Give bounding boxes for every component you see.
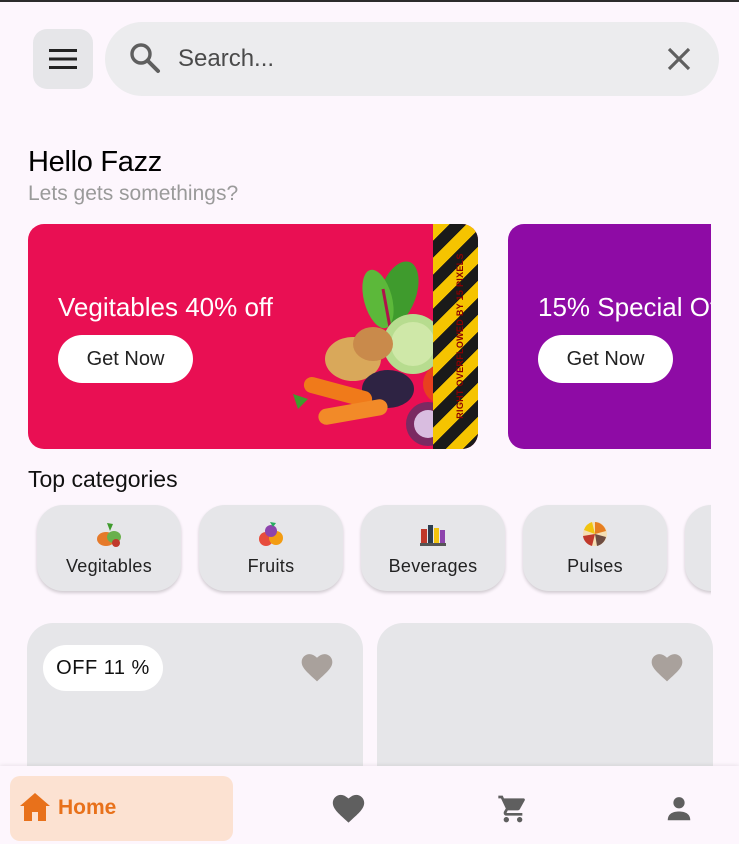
banner-title: 15% Special Offer <box>538 292 711 322</box>
category-label: Fruits <box>247 556 295 576</box>
discount-badge: OFF 11 % <box>43 645 163 691</box>
get-now-button[interactable]: Get Now <box>58 335 193 383</box>
heart-icon[interactable] <box>651 653 683 683</box>
top-categories-heading: Top categories <box>28 466 178 492</box>
hamburger-menu-icon <box>49 49 77 69</box>
promo-banner[interactable]: Vegitables 40% off Get Now RIGHT OVERFLO… <box>28 224 478 449</box>
beverages-icon <box>420 525 446 546</box>
search-input[interactable]: Search... <box>178 45 274 73</box>
heart-icon[interactable] <box>332 794 365 824</box>
vegetables-icon <box>97 523 121 547</box>
greeting-title: Hello Fazz <box>28 146 162 178</box>
close-icon[interactable] <box>665 45 693 73</box>
heart-icon[interactable] <box>301 653 333 683</box>
category-chip-pulses[interactable]: Pulses <box>523 505 667 591</box>
category-chip-fruits[interactable]: Fruits <box>199 505 343 591</box>
cart-icon[interactable] <box>497 793 529 825</box>
fruits-icon <box>259 522 283 546</box>
category-label: Vegitables <box>65 556 153 576</box>
window-top-border <box>0 0 739 2</box>
category-chip-vegitables[interactable]: Vegitables <box>37 505 181 591</box>
menu-button[interactable] <box>33 29 93 89</box>
get-now-button[interactable]: Get Now <box>538 335 673 383</box>
category-list[interactable]: Vegitables Fruits Beverages Pulses <box>28 500 711 600</box>
pulses-icon <box>583 522 607 546</box>
promo-banner-carousel[interactable]: Vegitables 40% off Get Now RIGHT OVERFLO… <box>28 224 711 449</box>
person-icon[interactable] <box>664 794 694 824</box>
home-icon <box>20 793 50 821</box>
category-label: Beverages <box>388 556 478 576</box>
banner-title: Vegitables 40% off <box>58 292 273 322</box>
search-bar[interactable]: Search... <box>105 22 719 96</box>
search-icon <box>130 43 160 73</box>
greeting-subtitle: Lets gets somethings? <box>28 182 239 205</box>
category-chip-beverages[interactable]: Beverages <box>361 505 505 591</box>
nav-tab-home[interactable]: Home <box>10 776 233 841</box>
vegetables-image <box>293 261 458 446</box>
category-chip[interactable] <box>685 505 711 591</box>
bottom-navigation: Home <box>0 766 739 844</box>
category-label: Pulses <box>567 556 623 576</box>
overflow-warning-text: RIGHT OVERFLOWED BY 15 PIXELS <box>455 253 465 419</box>
promo-banner[interactable]: 15% Special Offer Get Now <box>508 224 711 449</box>
nav-tab-label: Home <box>58 796 117 819</box>
